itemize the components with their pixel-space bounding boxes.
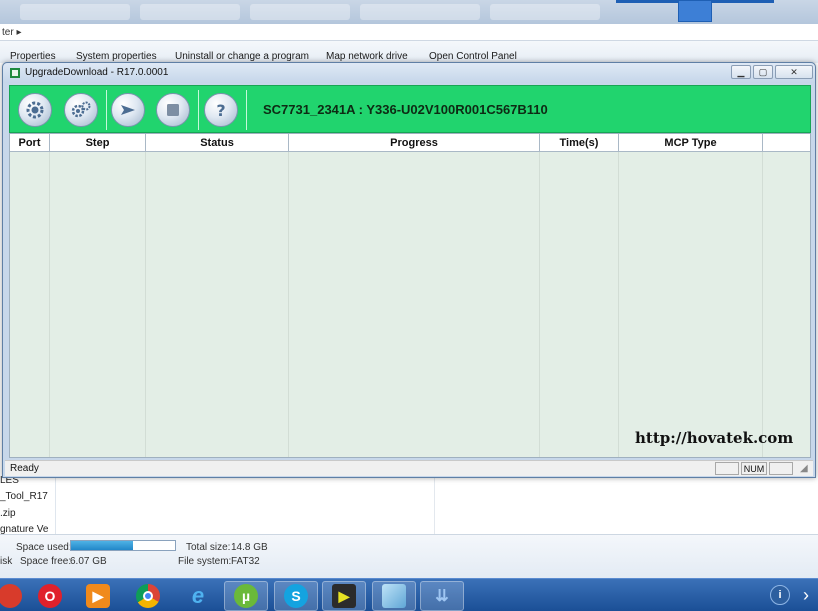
active-window-tab[interactable] xyxy=(678,0,712,22)
background-tab xyxy=(250,4,350,20)
command-system-properties[interactable]: System properties xyxy=(76,51,157,62)
status-pane xyxy=(715,462,739,475)
stop-button[interactable] xyxy=(156,93,190,127)
column-status[interactable]: Status xyxy=(146,134,289,152)
background-tab xyxy=(20,4,130,20)
minimize-icon: ▁ xyxy=(737,66,745,77)
status-bar: Ready NUM ◢ xyxy=(5,460,813,476)
grid-line xyxy=(539,152,540,457)
column-mcp-type[interactable]: MCP Type xyxy=(619,134,763,152)
command-uninstall[interactable]: Uninstall or change a program xyxy=(175,51,309,62)
total-size-label: Total size: xyxy=(186,542,231,553)
taskbar-skype[interactable]: S xyxy=(274,581,318,611)
green-toolbar: ? SC7731_2341A : Y336-U02V100R001C567B11… xyxy=(9,85,811,133)
command-map-drive[interactable]: Map network drive xyxy=(326,51,408,62)
svg-text:?: ? xyxy=(216,101,225,120)
disk-label: isk xyxy=(0,556,13,567)
taskbar: O ▶ e µ S ▶ ⇊ i › xyxy=(0,578,818,611)
taskbar-upgrade-download[interactable]: ⇊ xyxy=(420,581,464,611)
space-used-bar xyxy=(70,540,176,551)
skype-icon: S xyxy=(284,584,308,608)
stop-icon xyxy=(167,104,179,116)
taskbar-chrome[interactable] xyxy=(126,581,170,611)
start-button[interactable] xyxy=(111,93,145,127)
help-icon: ? xyxy=(216,101,225,120)
partial-app-icon xyxy=(0,584,22,608)
status-pane xyxy=(769,462,793,475)
address-crumb: ter xyxy=(2,27,14,38)
nav-item[interactable]: _Tool_R17 xyxy=(0,491,48,502)
utorrent-icon: µ xyxy=(234,584,258,608)
column-progress[interactable]: Progress xyxy=(289,134,540,152)
app-icon xyxy=(10,68,20,78)
title-bar[interactable]: UpgradeDownload - R17.0.0001 ▁ ▢ ✕ xyxy=(3,63,815,83)
grid-header: Port Step Status Progress Time(s) MCP Ty… xyxy=(10,134,810,152)
upgrade-download-icon: ⇊ xyxy=(435,588,449,605)
total-size-value: 14.8 GB xyxy=(231,542,268,553)
toolbar-separator xyxy=(198,90,199,130)
address-bar[interactable]: ter ▸ xyxy=(0,24,818,41)
grid-line xyxy=(288,152,289,457)
chrome-icon xyxy=(136,584,160,608)
background-tab xyxy=(360,4,480,20)
grid-line xyxy=(145,152,146,457)
grid-line xyxy=(618,152,619,457)
background-tab xyxy=(490,4,600,20)
status-text: Ready xyxy=(10,463,39,474)
toolbar-separator xyxy=(246,90,247,130)
details-pane: Space used: isk Space free: 6.07 GB Tota… xyxy=(0,534,818,578)
chevron-right-icon: ▸ xyxy=(16,27,22,38)
space-free-label: Space free: xyxy=(20,556,72,567)
taskbar-opera[interactable]: O xyxy=(28,581,72,611)
notification-icon[interactable]: i xyxy=(770,585,790,605)
play-icon xyxy=(121,105,135,115)
settings-button[interactable] xyxy=(18,93,52,127)
column-port[interactable]: Port xyxy=(10,134,50,152)
internet-explorer-icon: e xyxy=(191,583,205,608)
space-used-fill xyxy=(71,541,134,550)
space-used-label: Space used: xyxy=(16,542,72,553)
file-system-value: FAT32 xyxy=(231,556,260,567)
gears-icon xyxy=(71,101,91,118)
opera-icon: O xyxy=(38,584,62,608)
port-status-grid[interactable]: Port Step Status Progress Time(s) MCP Ty… xyxy=(9,133,811,458)
column-time[interactable]: Time(s) xyxy=(540,134,619,152)
minimize-button[interactable]: ▁ xyxy=(731,65,751,79)
gear-icon xyxy=(26,101,44,119)
firmware-label: SC7731_2341A : Y336-U02V100R001C567B110 xyxy=(263,102,548,117)
resize-grip-icon[interactable]: ◢ xyxy=(800,463,808,474)
options-button[interactable] xyxy=(64,93,98,127)
command-properties[interactable]: Properties xyxy=(10,51,56,62)
background-tab xyxy=(140,4,240,20)
column-step[interactable]: Step xyxy=(50,134,146,152)
watermark-text: http://hovatek.com xyxy=(635,429,794,447)
taskbar-app-2[interactable]: ▶ xyxy=(322,581,366,611)
grid-line xyxy=(49,152,50,457)
app-icon: ▶ xyxy=(332,584,356,608)
taskbar-explorer[interactable] xyxy=(372,581,416,611)
space-free-value: 6.07 GB xyxy=(70,556,107,567)
column-divider xyxy=(434,478,435,534)
maximize-icon: ▢ xyxy=(758,66,768,77)
tray-arrow-icon[interactable]: › xyxy=(798,583,814,607)
window-title: UpgradeDownload - R17.0.0001 xyxy=(25,67,169,78)
explorer-command-bar: Properties System properties Uninstall o… xyxy=(0,41,818,63)
taskbar-media-player[interactable]: ▶ xyxy=(76,581,120,611)
grid-line xyxy=(762,152,763,457)
status-num-pane: NUM xyxy=(741,462,767,475)
close-icon: ✕ xyxy=(790,66,798,77)
media-player-icon: ▶ xyxy=(86,584,110,608)
upgrade-download-window: UpgradeDownload - R17.0.0001 ▁ ▢ ✕ ? SC7… xyxy=(2,62,816,478)
help-button[interactable]: ? xyxy=(204,93,238,127)
command-control-panel[interactable]: Open Control Panel xyxy=(429,51,517,62)
nav-item[interactable]: .zip xyxy=(0,508,16,519)
explorer-icon xyxy=(382,584,406,608)
taskbar-internet-explorer[interactable]: e xyxy=(176,581,220,611)
close-button[interactable]: ✕ xyxy=(775,65,813,79)
toolbar-separator xyxy=(106,90,107,130)
file-system-label: File system: xyxy=(178,556,232,567)
maximize-button[interactable]: ▢ xyxy=(753,65,773,79)
taskbar-utorrent[interactable]: µ xyxy=(224,581,268,611)
